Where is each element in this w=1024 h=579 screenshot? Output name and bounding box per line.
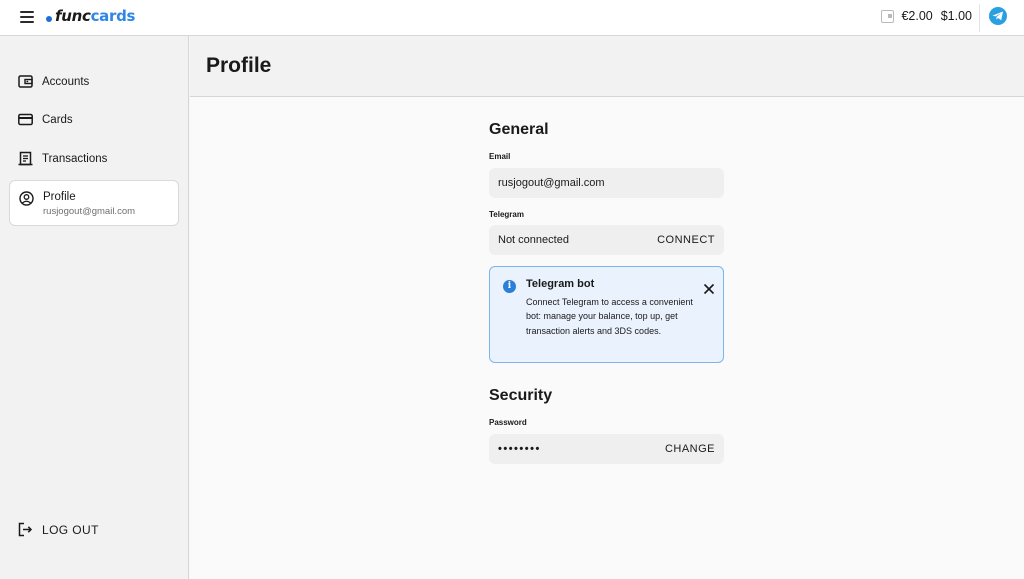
logo-dot <box>46 16 52 22</box>
sidebar-item-label: Cards <box>42 113 73 126</box>
alert-title: Telegram bot <box>526 278 595 290</box>
sidebar-item-transactions[interactable]: Transactions <box>9 141 179 176</box>
telegram-bot-alert: i Telegram bot Connect Telegram to acces… <box>489 266 724 363</box>
page-title: Profile <box>206 54 272 77</box>
sidebar-item-label: Profile <box>43 191 76 203</box>
profile-content: General Email rusjogout@gmail.com Telegr… <box>190 97 1024 579</box>
header-divider <box>979 4 980 32</box>
sidebar-item-profile[interactable]: Profile rusjogout@gmail.com <box>9 180 179 226</box>
wallet-icon <box>18 74 33 89</box>
balance-eur: €2.00 <box>901 9 933 23</box>
sidebar-item-accounts[interactable]: Accounts <box>9 64 179 99</box>
password-value: •••••••• <box>498 443 541 455</box>
balance-display[interactable]: €2.00 $1.00 <box>881 9 972 23</box>
telegram-field: Not connected CONNECT <box>489 225 724 255</box>
email-label: Email <box>489 152 511 161</box>
sidebar-item-subtitle: rusjogout@gmail.com <box>43 206 136 217</box>
telegram-label: Telegram <box>489 210 524 219</box>
sidebar-item-cards[interactable]: Cards <box>9 102 179 137</box>
alert-body: Connect Telegram to access a convenient … <box>526 297 693 336</box>
sidebar-item-label: Transactions <box>42 152 108 165</box>
logo-suffix: cards <box>90 7 136 25</box>
security-section-title: Security <box>489 387 553 404</box>
hamburger-menu-icon[interactable] <box>20 11 34 23</box>
telegram-icon[interactable] <box>989 7 1007 25</box>
sidebar: Accounts Cards Transactions Profile rusj… <box>0 36 189 579</box>
sidebar-item-label: Accounts <box>42 75 90 88</box>
email-value: rusjogout@gmail.com <box>498 177 605 189</box>
password-field: •••••••• CHANGE <box>489 434 724 464</box>
wallet-icon <box>881 9 895 23</box>
logout-button[interactable]: LOG OUT <box>18 522 99 537</box>
change-password-button[interactable]: CHANGE <box>665 443 715 455</box>
password-label: Password <box>489 418 527 427</box>
page-header: Profile <box>190 36 1024 97</box>
receipt-icon <box>18 151 33 166</box>
close-icon[interactable] <box>703 282 715 295</box>
general-section-title: General <box>489 121 549 138</box>
logo[interactable]: funccards <box>46 6 135 26</box>
logo-prefix: func <box>55 7 91 25</box>
logout-label: LOG OUT <box>42 522 99 537</box>
top-bar: funccards €2.00 $1.00 <box>0 0 1024 36</box>
logout-icon <box>18 522 33 537</box>
email-field[interactable]: rusjogout@gmail.com <box>489 168 724 198</box>
info-icon: i <box>503 280 516 293</box>
telegram-status: Not connected <box>498 234 569 246</box>
balance-usd: $1.00 <box>940 9 972 23</box>
connect-telegram-button[interactable]: CONNECT <box>657 234 715 246</box>
card-icon <box>18 112 33 127</box>
user-circle-icon <box>19 191 34 206</box>
